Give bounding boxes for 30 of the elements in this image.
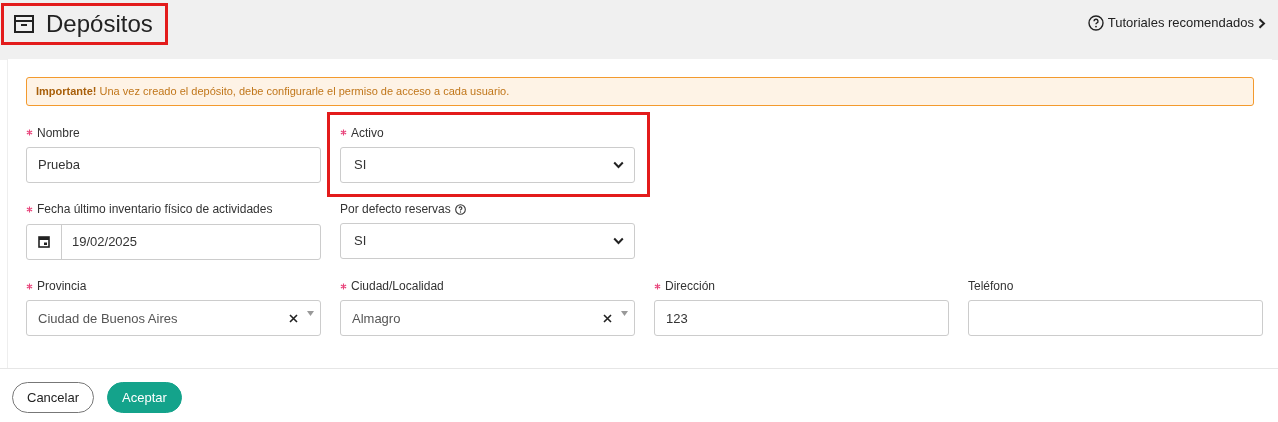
clear-icon[interactable] xyxy=(603,313,612,323)
chevron-right-icon xyxy=(1258,17,1266,29)
date-field[interactable]: 19/02/2025 xyxy=(26,223,321,260)
page-title: Depósitos xyxy=(46,9,153,39)
select-field[interactable]: SI xyxy=(340,146,635,183)
field-label: Ciudad/Localidad xyxy=(351,278,444,294)
archive-icon xyxy=(14,15,34,33)
select-field[interactable]: SI xyxy=(340,223,635,260)
text-field[interactable]: 123 xyxy=(654,300,949,337)
field-label: Por defecto reservas xyxy=(340,201,451,217)
clear-icon[interactable] xyxy=(289,313,298,323)
chevron-down-icon xyxy=(613,160,624,169)
field-label: Activo xyxy=(351,125,384,140)
dropdown-arrow-icon[interactable] xyxy=(621,310,628,316)
help-icon xyxy=(1087,15,1104,31)
field-label: Nombre xyxy=(37,125,80,140)
cancel-button[interactable]: Cancelar xyxy=(12,382,95,414)
combo-field[interactable]: Ciudad de Buenos Aires xyxy=(26,300,321,337)
text-field[interactable]: Prueba xyxy=(26,146,321,183)
field-label: Dirección xyxy=(665,278,715,294)
field-label: Teléfono xyxy=(968,278,1014,293)
warning-message: Importante! Una vez creado el depósito, debe configurarle el permiso de acceso a cada usuario. xyxy=(26,77,1254,107)
field-label: Fecha último inventario físico de actividades xyxy=(37,202,273,217)
tutorials-link[interactable]: Tutoriales recomendados xyxy=(1087,15,1266,31)
dropdown-arrow-icon[interactable] xyxy=(307,310,314,316)
chevron-down-icon xyxy=(613,237,624,246)
field-label: Provincia xyxy=(37,278,87,294)
text-field[interactable] xyxy=(968,300,1263,336)
calendar-icon xyxy=(38,235,50,249)
combo-field[interactable]: Almagro xyxy=(340,300,635,337)
